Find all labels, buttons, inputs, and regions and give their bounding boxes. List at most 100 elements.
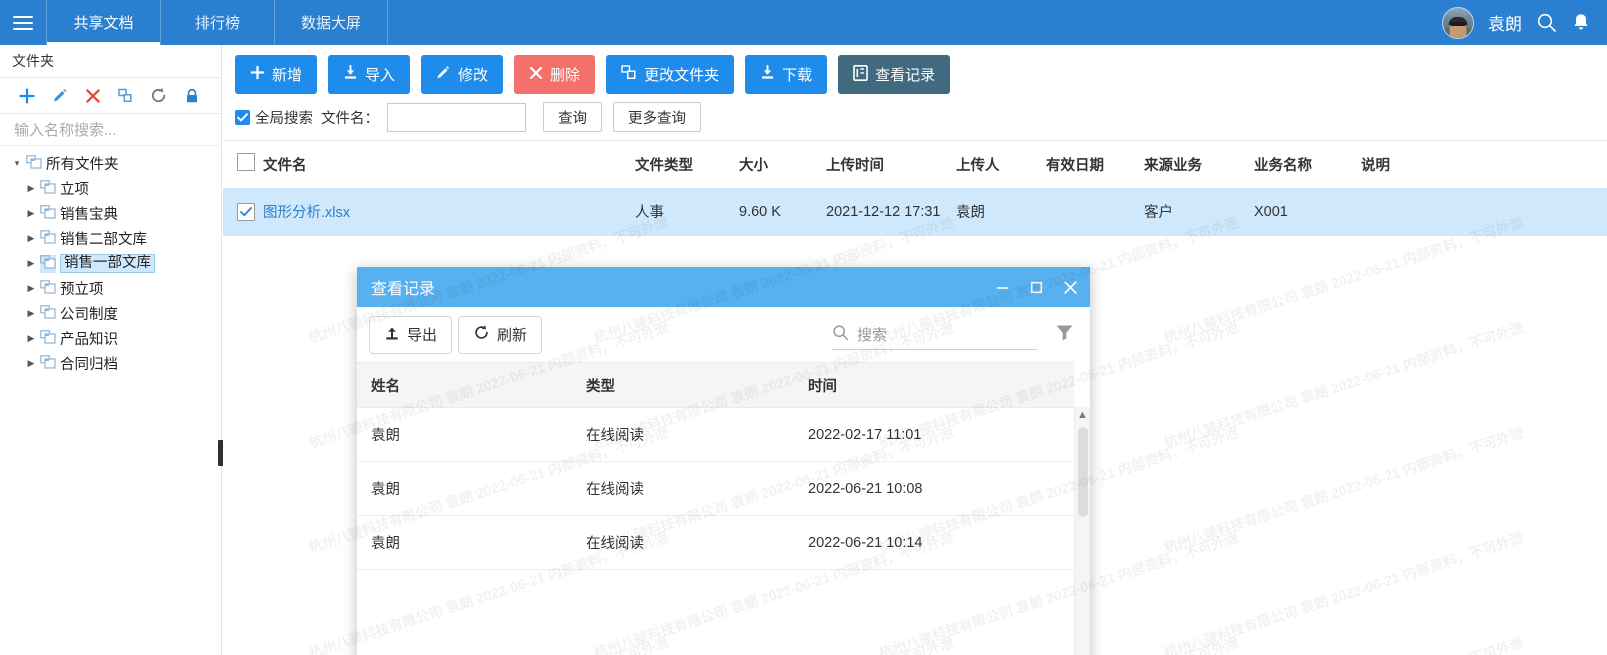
tree-node-sales-bible[interactable]: ▶ 销售宝典 [0,201,221,226]
minimize-icon[interactable] [992,277,1012,297]
tab-leaderboard[interactable]: 排行榜 [160,0,274,45]
button-label: 查看记录 [875,67,936,84]
app-root: 共享文档 排行榜 数据大屏 袁朗 文件夹 输入名称搜索... ▾ 所有文件夹 ▶… [0,0,1607,655]
query-button[interactable]: 查询 [543,102,602,132]
download-button[interactable]: 下载 [745,55,828,94]
filename-search-input[interactable] [387,102,526,132]
more-query-button[interactable]: 更多查询 [613,102,701,132]
table-row[interactable]: 袁朗 在线阅读 2022-06-21 10:08 [357,461,1074,516]
cell-record-time: 2022-06-21 10:14 [794,515,1074,570]
avatar[interactable] [1442,6,1474,39]
refresh-button[interactable]: 刷新 [458,315,543,354]
scrollbar-thumb[interactable] [1078,427,1088,517]
export-button[interactable]: 导出 [369,315,453,354]
change-folder-button[interactable]: 更改文件夹 [606,55,735,94]
tab-shared-documents[interactable]: 共享文档 [46,0,160,45]
records-scrollbar[interactable]: ▲ [1074,407,1090,655]
lock-icon[interactable] [175,81,208,111]
close-icon[interactable] [1060,277,1080,297]
chevron-right-icon[interactable]: ▶ [22,183,40,194]
bell-icon[interactable] [1571,12,1591,33]
col-record-time[interactable]: 时间 [794,362,1074,408]
table-row[interactable]: 袁朗 在线阅读 2022-02-17 11:01 [357,407,1074,462]
chevron-right-icon[interactable]: ▶ [22,258,40,269]
col-file-type[interactable]: 文件类型 [635,141,739,188]
tree-node-contract-archive[interactable]: ▶ 合同归档 [0,351,221,376]
filter-icon[interactable] [1055,323,1074,347]
folder-icon [40,179,56,198]
search-icon[interactable] [1536,12,1557,33]
folder-tree: ▾ 所有文件夹 ▶ 立项 ▶ 销售宝典 ▶ 销售二部文库 ▶ 销售一部文库 ▶ … [0,146,221,376]
chevron-right-icon[interactable]: ▶ [22,333,40,344]
button-label: 更改文件夹 [644,67,720,84]
close-icon [529,66,543,84]
col-description[interactable]: 说明 [1361,141,1607,188]
edit-button[interactable]: 修改 [421,55,504,94]
table-row[interactable]: 图形分析.xlsx 人事 9.60 K 2021-12-12 17:31 袁朗 … [223,187,1607,236]
folder-icon [40,229,56,248]
tree-node-all-folders[interactable]: ▾ 所有文件夹 [0,151,221,176]
col-size[interactable]: 大小 [739,141,826,188]
tree-node-label: 销售二部文库 [60,232,147,248]
col-valid-date[interactable]: 有效日期 [1046,141,1144,188]
tree-node-company-policy[interactable]: ▶ 公司制度 [0,301,221,326]
tree-node-pre-project[interactable]: ▶ 预立项 [0,276,221,301]
cell-upload-time: 2021-12-12 17:31 [826,187,956,236]
plus-icon [250,65,265,84]
cell-record-name: 袁朗 [357,515,572,570]
col-record-name[interactable]: 姓名 [357,362,572,408]
scroll-up-icon[interactable]: ▲ [1075,407,1090,423]
records-icon [853,64,868,85]
tree-node-sales-dept1[interactable]: ▶ 销售一部文库 [0,251,221,276]
tree-node-product-knowledge[interactable]: ▶ 产品知识 [0,326,221,351]
tab-label: 数据大屏 [300,15,361,32]
import-button[interactable]: 导入 [328,55,411,94]
tree-node-label: 合同归档 [60,357,118,373]
filename-label: 文件名： [321,110,379,127]
table-row[interactable]: 袁朗 在线阅读 2022-06-21 10:14 [357,515,1074,570]
chevron-right-icon[interactable]: ▶ [22,358,40,369]
chevron-right-icon[interactable]: ▶ [22,308,40,319]
refresh-icon[interactable] [142,81,175,111]
col-source[interactable]: 来源业务 [1144,141,1254,188]
dialog-search-input[interactable]: 搜索 [832,320,1037,350]
move-folder-icon[interactable] [109,81,142,111]
file-table-body: 图形分析.xlsx 人事 9.60 K 2021-12-12 17:31 袁朗 … [223,187,1607,236]
search-row: 全局搜索 文件名： 查询 更多查询 [223,94,1607,140]
tree-node-sales-dept2[interactable]: ▶ 销售二部文库 [0,226,221,251]
col-uploader[interactable]: 上传人 [956,141,1046,188]
import-icon [343,65,358,84]
view-records-button[interactable]: 查看记录 [838,55,951,94]
delete-icon[interactable] [76,81,109,111]
sidebar: 文件夹 输入名称搜索... ▾ 所有文件夹 ▶ 立项 ▶ 销售宝典 ▶ 销售二部… [0,45,222,655]
folder-icon [40,304,56,323]
file-name-link[interactable]: 图形分析.xlsx [263,205,350,221]
hamburger-icon[interactable] [0,0,46,45]
action-toolbar: 新增 导入 修改 删除 更改文件夹 下载 查看记录 [223,45,1607,94]
col-upload-time[interactable]: 上传时间 [826,141,956,188]
edit-icon[interactable] [43,81,76,111]
row-checkbox[interactable] [237,202,255,221]
tree-node-lixiang[interactable]: ▶ 立项 [0,176,221,201]
maximize-icon[interactable] [1026,277,1046,297]
global-search-checkbox[interactable] [235,109,250,125]
user-name[interactable]: 袁朗 [1488,10,1522,35]
select-all-checkbox[interactable] [237,153,255,172]
chevron-right-icon[interactable]: ▶ [22,208,40,219]
add-button[interactable]: 新增 [235,55,318,94]
chevron-right-icon[interactable]: ▶ [22,233,40,244]
chevron-down-icon[interactable]: ▾ [8,158,26,169]
col-file-name[interactable]: 文件名 [263,141,635,188]
col-business-name[interactable]: 业务名称 [1254,141,1361,188]
cell-file-type: 人事 [635,187,739,236]
add-icon[interactable] [10,81,43,111]
delete-button[interactable]: 删除 [514,55,596,94]
tree-node-label: 所有文件夹 [46,157,119,173]
col-record-type[interactable]: 类型 [572,362,794,408]
tab-data-dashboard[interactable]: 数据大屏 [274,0,388,45]
cell-record-time: 2022-02-17 11:01 [794,407,1074,462]
dialog-title-bar[interactable]: 查看记录 [357,267,1090,307]
chevron-right-icon[interactable]: ▶ [22,283,40,294]
button-label: 刷新 [497,327,528,344]
sidebar-search-input[interactable]: 输入名称搜索... [0,114,221,146]
